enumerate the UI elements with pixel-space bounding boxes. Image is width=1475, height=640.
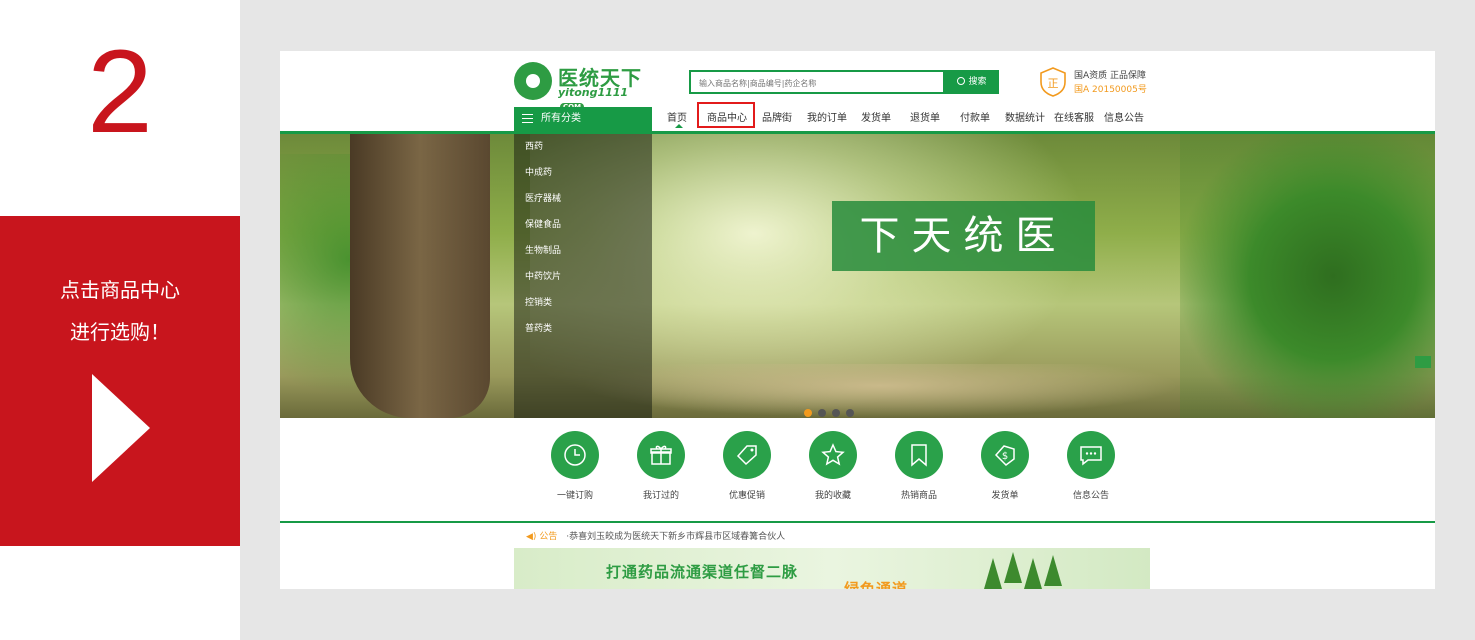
tree-icon [1024, 558, 1042, 589]
quick-link-favorites[interactable]: 我的收藏 [798, 431, 868, 501]
slide-dots [804, 402, 860, 418]
nav-payments[interactable]: 付款单 [960, 109, 990, 124]
quick-link-promotions[interactable]: 优惠促销 [712, 431, 782, 501]
category-item[interactable]: 医疗器械 [525, 191, 561, 204]
search-button[interactable]: 搜索 [945, 70, 999, 94]
active-nav-indicator [675, 124, 683, 128]
banner-sign: 下天统医 [832, 201, 1095, 271]
quick-link-label: 信息公告 [1072, 491, 1109, 501]
quick-link-ordered[interactable]: 我订过的 [626, 431, 696, 501]
quick-link-label: 我的收藏 [814, 491, 851, 501]
category-menu: 西药 中成药 医疗器械 保健食品 生物制品 中药饮片 控销类 普药类 [514, 134, 652, 418]
slide-dot[interactable] [846, 409, 854, 417]
quick-link-one-click-order[interactable]: 一键订购 [540, 431, 610, 501]
category-item[interactable]: 西药 [525, 139, 543, 152]
search-icon [957, 77, 966, 85]
tag-icon [723, 431, 771, 479]
category-item[interactable]: 生物制品 [525, 243, 561, 256]
quick-link-label: 我订过的 [642, 491, 679, 501]
all-categories-label: 所有分类 [541, 113, 581, 124]
banner-ground [580, 364, 1180, 418]
category-item[interactable]: 普药类 [525, 321, 552, 334]
quick-link-label: 热销商品 [900, 491, 937, 501]
tree-icon [1044, 555, 1062, 586]
side-float-tab[interactable] [1415, 356, 1431, 368]
step-number: 2 [87, 26, 153, 158]
quick-link-hot-products[interactable]: 热销商品 [884, 431, 954, 501]
badge-line-2: 国A 20150005号 [1074, 85, 1147, 95]
category-item[interactable]: 保健食品 [525, 217, 561, 230]
nav-brand-street[interactable]: 品牌街 [762, 109, 792, 124]
banner-tree-trunk [350, 134, 490, 418]
gift-icon [637, 431, 685, 479]
quick-link-shipping[interactable]: $ 发货单 [970, 431, 1040, 501]
bookmark-icon [895, 431, 943, 479]
quick-link-label: 一键订购 [556, 491, 593, 501]
search-button-label: 搜索 [968, 77, 987, 87]
search-box [689, 70, 945, 94]
star-icon [809, 431, 857, 479]
category-item[interactable]: 中药饮片 [525, 269, 561, 282]
nav-announcements[interactable]: 信息公告 [1104, 109, 1144, 124]
nav-returns[interactable]: 退货单 [910, 109, 940, 124]
search-input[interactable] [697, 75, 941, 91]
nav-statistics[interactable]: 数据统计 [1005, 109, 1045, 124]
nav-home[interactable]: 首页 [667, 109, 687, 124]
nav-my-orders[interactable]: 我的订单 [807, 109, 847, 124]
slide-dot[interactable] [818, 409, 826, 417]
product-center-highlight [697, 102, 755, 128]
instruction-line-1: 点击商品中心 [60, 278, 180, 302]
all-categories-button[interactable]: 所有分类 [514, 107, 652, 131]
banner-leaves-right [1180, 134, 1435, 418]
tree-icon [984, 558, 1002, 589]
hero-banner[interactable]: 下天统医 [280, 134, 1435, 418]
announcement-text: ·恭喜刘玉皎成为医统天下新乡市辉县市区域春篝合伙人 [566, 532, 786, 542]
announcement-label: 公告 [539, 532, 558, 542]
quick-link-label: 发货单 [991, 491, 1019, 501]
logo-domain: yitong1111 [558, 86, 629, 99]
site-page: 医统天下 yitong1111COM 搜索 正 国A资质 正品保障 国A 201… [280, 51, 1435, 589]
promo-banner[interactable]: 打通药品流通渠道任督二脉 绿色通道 [514, 548, 1150, 589]
announcement-bar[interactable]: ◀) 公告 ·恭喜刘玉皎成为医统天下新乡市辉县市区域春篝合伙人 [526, 529, 785, 542]
play-arrow-icon [92, 374, 150, 482]
instruction-panel: 点击商品中心 进行选购！ [0, 216, 240, 546]
promo-subline: 绿色通道 [844, 580, 909, 589]
slide-dot[interactable] [804, 409, 812, 417]
clover-logo-icon [514, 62, 552, 100]
menu-icon [522, 114, 533, 123]
section-divider [280, 521, 1435, 523]
slide-dot[interactable] [832, 409, 840, 417]
nav-online-service[interactable]: 在线客服 [1054, 109, 1094, 124]
quick-link-announcements[interactable]: 信息公告 [1056, 431, 1126, 501]
message-icon [1067, 431, 1115, 479]
badge-line-1: 国A资质 正品保障 [1074, 71, 1147, 81]
category-item[interactable]: 中成药 [525, 165, 552, 178]
nav-shipping[interactable]: 发货单 [861, 109, 891, 124]
dollar-tag-icon: $ [981, 431, 1029, 479]
svg-text:$: $ [1002, 451, 1008, 462]
site-logo[interactable]: 医统天下 yitong1111COM [514, 62, 654, 111]
certified-shield-icon: 正 [1040, 67, 1066, 97]
tree-icon [1004, 552, 1022, 583]
promo-headline: 打通药品流通渠道任督二脉 [606, 563, 799, 581]
speaker-icon: ◀) [526, 532, 537, 542]
category-item[interactable]: 控销类 [525, 295, 552, 308]
instruction-line-2: 进行选购！ [70, 320, 170, 344]
shield-glyph: 正 [1048, 77, 1059, 90]
quick-link-label: 优惠促销 [728, 491, 765, 501]
clock-icon [551, 431, 599, 479]
